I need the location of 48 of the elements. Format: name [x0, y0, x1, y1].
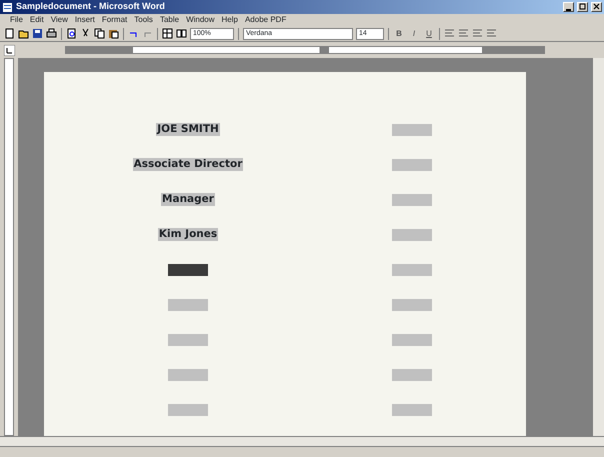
new-document-icon[interactable]: [4, 28, 15, 39]
placeholder-block: [392, 194, 432, 206]
horizontal-scrollbar[interactable]: [0, 436, 604, 446]
placeholder-block: [392, 124, 432, 136]
menu-item[interactable]: View: [50, 14, 68, 26]
menu-item[interactable]: File: [10, 14, 23, 26]
placeholder-block: [392, 404, 432, 416]
cut-icon[interactable]: [80, 28, 91, 39]
save-icon[interactable]: [32, 28, 43, 39]
columns-icon[interactable]: [176, 28, 187, 39]
print-icon[interactable]: [46, 28, 57, 39]
minimize-button[interactable]: [563, 2, 574, 12]
name-text: JOE SMITH: [156, 123, 220, 136]
menu-item[interactable]: Edit: [30, 14, 44, 26]
print-preview-icon[interactable]: [66, 28, 77, 39]
menu-item[interactable]: Insert: [74, 14, 95, 26]
paste-icon[interactable]: [108, 28, 119, 39]
placeholder-block: [392, 158, 432, 170]
placeholder-block: [392, 298, 432, 310]
window-title: Sampledocument - Microsoft Word: [16, 0, 165, 14]
placeholder-block: [392, 334, 432, 346]
vertical-ruler[interactable]: [4, 58, 14, 436]
name-text: Associate Director: [132, 158, 244, 171]
menu-item[interactable]: Format: [102, 14, 128, 26]
copy-icon[interactable]: [94, 28, 105, 39]
menu-item[interactable]: Help: [222, 14, 238, 26]
vertical-scrollbar[interactable]: [592, 58, 604, 436]
maximize-button[interactable]: [577, 2, 588, 12]
tab-stop-icon[interactable]: [4, 44, 15, 56]
horizontal-ruler[interactable]: [65, 46, 545, 54]
table-icon[interactable]: [162, 28, 173, 39]
align-center-icon[interactable]: [458, 28, 469, 39]
underline-button[interactable]: U: [423, 28, 435, 40]
align-left-icon[interactable]: [444, 28, 455, 39]
placeholder-block: [392, 368, 432, 380]
open-folder-icon[interactable]: [18, 28, 29, 39]
name-text: Kim Jones: [158, 228, 218, 241]
placeholder-block: [392, 228, 432, 240]
placeholder-block: [392, 264, 432, 276]
italic-button[interactable]: I: [408, 28, 420, 40]
menu-item[interactable]: Window: [186, 14, 215, 26]
menu-item[interactable]: Adobe PDF: [244, 14, 286, 26]
bold-button[interactable]: B: [393, 28, 405, 40]
document-icon: [2, 2, 13, 12]
menu-item[interactable]: Tools: [134, 14, 153, 26]
menu-item[interactable]: Table: [160, 14, 180, 26]
close-button[interactable]: [591, 2, 602, 12]
name-text: Manager: [161, 193, 215, 206]
